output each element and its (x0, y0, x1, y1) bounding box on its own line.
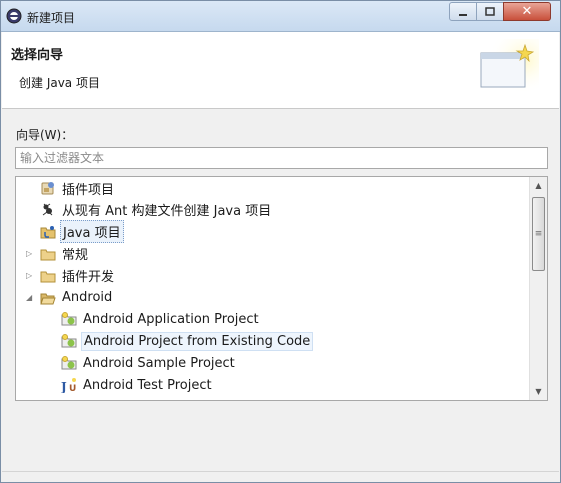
android-project-icon (61, 355, 77, 371)
page-subtitle: 创建 Java 项目 (19, 76, 100, 90)
tree-item-label: 从现有 Ant 构建文件创建 Java 项目 (62, 204, 272, 220)
close-button[interactable]: ✕ (503, 2, 551, 21)
tree-item[interactable]: 常规 (40, 244, 90, 264)
java-project-icon (40, 224, 56, 240)
eclipse-app-icon (6, 8, 22, 24)
tree-item-label: 常规 (62, 248, 89, 264)
android-project-icon (61, 311, 77, 327)
tree-item-label: Android (62, 290, 113, 305)
close-icon: ✕ (521, 4, 533, 19)
android-project-icon (61, 333, 77, 349)
maximize-button[interactable] (476, 2, 504, 21)
tree-item[interactable]: Android Sample Project (61, 353, 237, 373)
maximize-icon (485, 6, 495, 16)
tree-item[interactable]: Android Project from Existing Code (61, 331, 314, 351)
tree-item-label: Java 项目 (60, 220, 124, 244)
tree-item[interactable]: 插件项目 (40, 178, 116, 198)
tree-item[interactable]: Java 项目 (40, 220, 124, 244)
tree-item[interactable]: 插件开发 (40, 266, 116, 286)
new-wizard-banner-icon (479, 39, 539, 97)
plugin-project-icon (40, 180, 56, 196)
window-title: 新建项目 (27, 11, 76, 25)
folder-open-icon (40, 290, 56, 306)
scroll-thumb[interactable]: ≡ (532, 197, 545, 271)
folder-icon (40, 246, 56, 262)
footer-divider (2, 471, 559, 472)
tree-item-label: 插件开发 (62, 270, 115, 286)
svg-text:U: U (69, 384, 76, 393)
tree-item-label: Android Sample Project (83, 355, 235, 371)
ant-icon (40, 202, 56, 218)
collapse-arrow-icon[interactable]: ▷ (26, 249, 34, 258)
minimize-button[interactable] (449, 2, 477, 21)
new-project-window: 新建项目 ✕ 选择向导 创建 Java 项目 向导(W)： 输入过滤器文本 插件… (0, 0, 561, 483)
svg-text:J: J (61, 380, 67, 393)
tree-item-label: Android Application Project (83, 311, 259, 327)
minimize-icon (459, 13, 467, 16)
folder-icon (40, 268, 56, 284)
wizard-tree: 插件项目从现有 Ant 构建文件创建 Java 项目 Java 项目 ▷ 常规 ▷ 插件开… (15, 176, 548, 401)
tree-scrollbar[interactable]: ▲ ≡ ▼ (529, 177, 547, 400)
page-title: 选择向导 (11, 48, 64, 63)
collapse-arrow-icon[interactable]: ▷ (26, 271, 34, 280)
tree-item[interactable]: 从现有 Ant 构建文件创建 Java 项目 (40, 200, 273, 220)
wizard-label: 向导(W)： (16, 128, 74, 142)
title-bar[interactable]: 新建项目 ✕ (1, 1, 560, 32)
tree-item-label: Android Project from Existing Code (81, 331, 314, 351)
tree-item-label: Android Test Project (83, 377, 212, 393)
expand-arrow-icon[interactable]: ◢ (26, 293, 34, 302)
scroll-down-button[interactable]: ▼ (530, 383, 547, 400)
tree-item[interactable]: Android (40, 288, 114, 308)
tree-item[interactable]: J U Android Test Project (60, 375, 214, 395)
tree-item[interactable]: Android Application Project (61, 309, 261, 329)
scroll-up-button[interactable]: ▲ (530, 177, 547, 194)
tree-item-label: 插件项目 (62, 182, 115, 198)
wizard-header: 选择向导 创建 Java 项目 (2, 32, 559, 109)
junit-icon: JU (60, 377, 77, 394)
filter-input[interactable] (15, 147, 548, 169)
